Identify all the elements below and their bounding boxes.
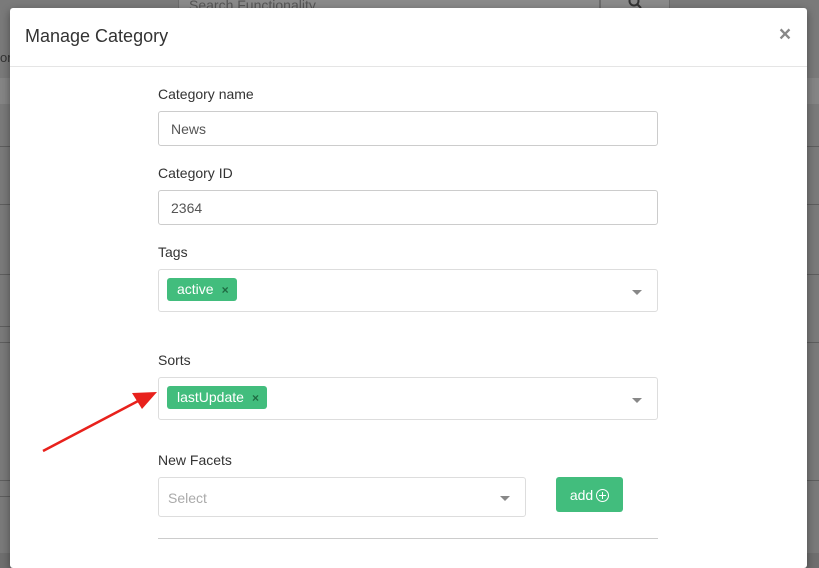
background-divider — [0, 480, 10, 481]
background-divider — [807, 480, 819, 481]
category-id-input[interactable] — [158, 190, 658, 225]
chevron-down-icon[interactable] — [632, 290, 642, 295]
category-name-input[interactable] — [158, 111, 658, 146]
chevron-down-icon[interactable] — [632, 398, 642, 403]
tags-label: Tags — [158, 244, 188, 260]
sort-chip-label: lastUpdate — [177, 389, 244, 405]
sorts-label: Sorts — [158, 352, 191, 368]
close-button[interactable]: × — [775, 23, 795, 47]
background-band — [0, 78, 10, 104]
category-id-label: Category ID — [158, 165, 233, 181]
add-facet-button[interactable]: add — [556, 477, 623, 512]
sort-remove-icon[interactable]: × — [252, 387, 259, 410]
category-name-label: Category name — [158, 86, 254, 102]
manage-category-modal: Manage Category × Category name Category… — [10, 8, 807, 568]
modal-header: Manage Category × — [10, 8, 807, 67]
add-button-label: add — [569, 486, 594, 503]
modal-title: Manage Category — [25, 26, 169, 46]
tag-chip-label: active — [177, 281, 214, 297]
sort-chip: lastUpdate × — [167, 386, 267, 409]
background-divider — [807, 342, 819, 343]
form-divider — [158, 538, 658, 539]
background-divider — [0, 274, 10, 275]
tags-multiselect[interactable]: active × — [158, 269, 658, 312]
background-divider — [0, 342, 10, 343]
tag-remove-icon[interactable]: × — [222, 279, 229, 302]
background-divider — [807, 204, 819, 205]
background-divider — [807, 146, 819, 147]
background-divider — [0, 146, 10, 147]
sorts-multiselect[interactable]: lastUpdate × — [158, 377, 658, 420]
background-divider — [0, 204, 10, 205]
background-divider — [807, 274, 819, 275]
new-facets-label: New Facets — [158, 452, 232, 468]
background-band — [807, 78, 819, 104]
select-placeholder: Select — [168, 490, 207, 506]
background-divider — [0, 326, 10, 327]
tag-chip: active × — [167, 278, 237, 301]
plus-circle-icon — [596, 488, 610, 502]
background-divider — [0, 496, 10, 497]
chevron-down-icon[interactable] — [500, 496, 510, 501]
new-facets-select[interactable]: Select — [158, 477, 526, 517]
